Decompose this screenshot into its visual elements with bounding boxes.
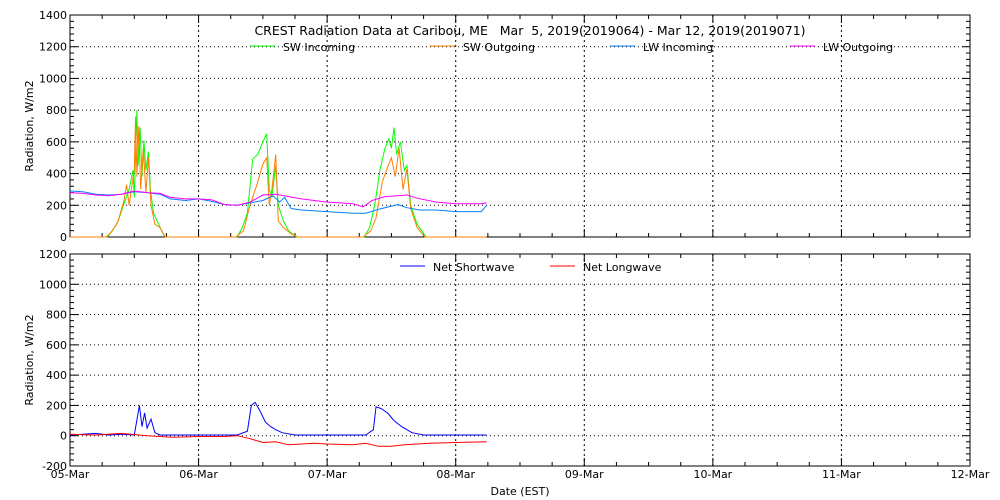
x-tick-label: 10-Mar: [693, 468, 732, 481]
bottom-panel: -20002004006008001000120005-Mar 06-Mar 07-…: [23, 248, 990, 498]
y-tick-label: 0: [60, 231, 67, 244]
legend-label: SW Outgoing: [463, 41, 535, 54]
y-tick-label: 400: [46, 369, 67, 382]
y-tick-label: 1200: [39, 248, 67, 261]
y-tick-label: 1200: [39, 41, 67, 54]
y-tick-label: 600: [46, 339, 67, 352]
y-tick-label: 400: [46, 168, 67, 181]
radiation-chart: CREST Radiation Data at Caribou, ME Mar …: [23, 9, 990, 498]
legend-label: Net Longwave: [583, 261, 662, 274]
y-tick-label: 600: [46, 136, 67, 149]
series-line-sw-outgoing: [70, 116, 487, 238]
y-tick-label: 1000: [39, 72, 67, 85]
x-tick-label: 06-Mar: [179, 468, 218, 481]
y-tick-label: 1000: [39, 278, 67, 291]
y-tick-label: 200: [46, 199, 67, 212]
legend-label: Net Shortwave: [433, 261, 515, 274]
x-tick-label: 08-Mar: [436, 468, 475, 481]
x-axis-label: Date (EST): [490, 485, 549, 498]
y-axis-label: Radiation, W/m2: [23, 314, 36, 405]
y-tick-label: 800: [46, 309, 67, 322]
y-axis-label: Radiation, W/m2: [23, 80, 36, 171]
series-line-net-shortwave: [69, 401, 487, 436]
y-tick-label: 1400: [39, 9, 67, 22]
y-tick-label: 200: [46, 399, 67, 412]
x-tick-label: 05-Mar: [51, 468, 90, 481]
top-panel: 0 200 400 600 800 1000 1200 1400 Radiation, W/m2…: [23, 9, 971, 244]
y-tick-label: 0: [60, 430, 67, 443]
legend-label: LW Incoming: [643, 41, 713, 54]
x-tick-label: 07-Mar: [308, 468, 347, 481]
x-tick-label: 12-Mar: [951, 468, 990, 481]
chart-title: CREST Radiation Data at Caribou, ME Mar …: [254, 23, 805, 38]
x-tick-label: 11-Mar: [822, 468, 861, 481]
legend-label: LW Outgoing: [823, 41, 893, 54]
x-tick-label: 09-Mar: [565, 468, 604, 481]
y-tick-label: 800: [46, 104, 67, 117]
legend-label: SW Incoming: [283, 41, 355, 54]
plot-frame: [69, 253, 971, 467]
